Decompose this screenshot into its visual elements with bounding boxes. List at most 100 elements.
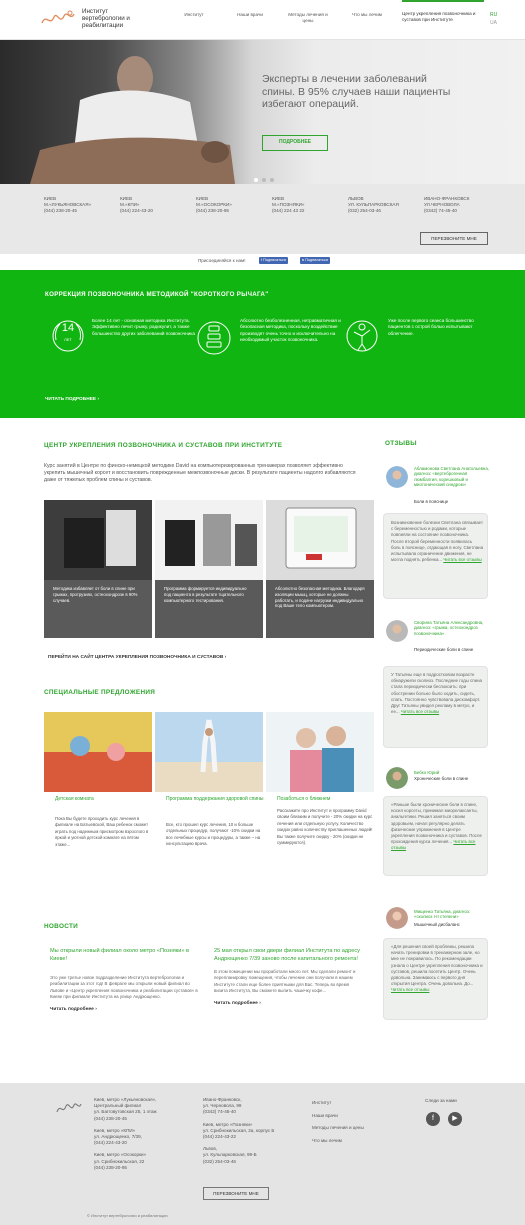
chevron-right-icon: › [224,655,227,660]
slider-dot[interactable] [270,178,274,182]
footer-logo-icon[interactable] [56,1100,82,1118]
location-item[interactable]: ИВАНО-ФРАНКОВСК УЛ.ЧЕРНОВОЛА (0342) 74-45-… [424,196,494,215]
facebook-icon[interactable]: f [426,1112,440,1126]
card-photo [155,500,263,580]
method-item-text: Уже после первого сеанса большинство пац… [388,318,474,336]
offer-photo [155,712,263,792]
lang-ua[interactable]: UA [490,20,497,26]
logo-icon[interactable] [40,9,76,29]
chevron-right-icon: › [97,397,100,402]
footer-addresses-kiev: Киев, метро «Лукьяновская», Центральный ф… [94,1097,157,1170]
news-item: Мы открыли новый филиал около метро «Поз… [50,948,198,1012]
reviewer-avatar [386,907,408,929]
social-join-text: Присоединяйся к нам! [198,258,246,263]
footer-link-institute[interactable]: Институт [312,1097,364,1110]
nav-institute[interactable]: Институт [180,12,208,18]
center-card[interactable]: Программа формируется индивидуально под … [155,500,263,638]
card-text: Абсолютно безопасная методика. Благодаря… [275,586,365,609]
offer-text: Пока Вы будете проходить курс лечения в … [55,816,149,847]
footer-nav: Институт Наши врачи Методы лечения и цен… [312,1097,364,1147]
footer-follow-label: Следи за нами [425,1098,457,1103]
nav-doctors[interactable]: Наши врачи [232,12,268,18]
card-text: Методика избавляет от боли в спине при г… [53,586,138,603]
reviewer-name[interactable]: Бебко Юрий [414,770,439,775]
review-card: «Раньше были хронические боли в спине, н… [383,796,488,876]
offer-photo [44,712,152,792]
footer-link-what-we-treat[interactable]: Что мы лечим [312,1135,364,1148]
vk-subscribe-button[interactable]: в Подписаться [300,257,330,264]
location-item[interactable]: ЛЬВОВ УЛ. КУЛЬПАРКОВСКАЯ (032) 254-03-46 [348,196,418,215]
location-item[interactable]: КИЕВ М.«ОСОКОРКИ» (044) 238-20-95 [196,196,266,215]
slider-dot[interactable] [262,178,266,182]
method-item-text: Более 14 лет - основная методика Институ… [92,318,195,336]
logo-text[interactable]: Институт вертебрологии и реабилитации [82,8,144,29]
nav-methods[interactable]: Методы лечения и цены [284,12,332,24]
news-headline[interactable]: Мы открыли новый филиал около метро «Поз… [50,948,198,963]
news-body: Это уже третье новое подразделение Инсти… [50,975,198,1000]
method-title: КОРРЕКЦИЯ ПОЗВОНОЧНИКА МЕТОДИКОЙ "КОРОТК… [45,291,269,298]
news-body: В этом помещении мы проработали много ле… [214,969,356,994]
location-item[interactable]: КИЕВ М.«ЛУКЬЯНОВСКАЯ» (044) 238-20-45 [44,196,114,215]
copyright: © Институт вертебрологии и реабилитации [87,1213,168,1218]
lang-ru[interactable]: RU [490,12,497,18]
reviewer-avatar [386,620,408,642]
review-card: «Для решения своей проблемы, решила нача… [383,938,488,1020]
card-photo [44,500,152,580]
news-read-more-link[interactable]: Читать подробнее › [50,1007,198,1012]
hero-photo [30,56,235,184]
reviewer-name[interactable]: Сворина Татьяна Александровна, диагноз: … [414,620,489,636]
footer-link-doctors[interactable]: Наши врачи [312,1110,364,1123]
nav-center[interactable]: Центр укрепления позвоночника и суставов… [402,11,484,23]
chevron-right-icon: › [95,1006,97,1012]
reviews-title: ОТЗЫВЫ [385,440,417,447]
hero-more-button[interactable]: ПОДРОБНЕЕ [262,135,328,151]
review-text: «Раньше были хронические боли в спине, н… [391,802,482,851]
offer-title[interactable]: Позаботься о ближнем [277,796,377,803]
reviewer-name[interactable]: Абламонова Светлана Анатольевна, диагноз… [414,466,489,488]
footer-addresses-other: Ивано-Франковск, ул. Черновола, 99 (0342) … [203,1097,275,1164]
center-site-link[interactable]: ПЕРЕЙТИ НА САЙТ ЦЕНТРА УКРЕПЛЕНИЯ ПОЗВОН… [48,655,226,660]
news-title: НОВОСТИ [44,923,79,930]
hero-title: Эксперты в лечении заболеваний спины. В … [262,73,451,110]
offers-title: СПЕЦИАЛЬНЫЕ ПРЕДЛОЖЕНИЯ [44,689,156,696]
offer-title[interactable]: Детская комната [55,796,155,803]
reviewer-name[interactable]: Мищенко Татьяна, диагноз: «сколиоз I-II … [414,909,489,920]
offer-card[interactable]: Позаботься о ближнем Расскажите про Инст… [266,712,374,872]
news-item: 25 мая открыл свои двери филиал Институт… [214,948,362,1006]
spine-icon [197,321,231,355]
offer-photo [266,712,374,792]
all-reviews-link[interactable]: Читать все отзывы [391,987,429,992]
review-card: Возникновение болезни Светлана связывает… [383,513,488,599]
news-read-more-link[interactable]: Читать подробнее › [214,1001,362,1006]
center-card[interactable]: Абсолютно безопасная методика. Благодаря… [266,500,374,638]
youtube-icon[interactable]: ▶ [448,1112,462,1126]
card-text: Программа формируется индивидуально под … [164,586,247,603]
news-headline[interactable]: 25 мая открыл свои двери филиал Институт… [214,948,362,963]
method-read-more-link[interactable]: ЧИТАТЬ ПОДРОБНЕЕ › [45,397,99,402]
reviewer-avatar [386,466,408,488]
chevron-right-icon: › [259,1000,261,1006]
slider-dot-active[interactable] [254,178,258,182]
callback-button[interactable]: ПЕРЕЗВОНИТЕ МНЕ [420,232,488,245]
method-item-text: Абсолютно безболезненная, нетравматичная… [240,318,341,343]
center-card[interactable]: Методика избавляет от боли в спине при г… [44,500,152,638]
reviewer-diagnosis: Мышечный дисбаланс [414,922,460,927]
all-reviews-link[interactable]: Читать все отзывы [443,557,481,562]
footer-callback-button[interactable]: ПЕРЕЗВОНИТЕ МНЕ [203,1187,269,1200]
location-item[interactable]: КИЕВ М.«ПОЗНЯКИ» (044) 224 43 22 [272,196,342,215]
reviewer-diagnosis: Боли в пояснице [414,499,449,504]
offer-text: Все, кто прошел курс лечения, 10 и больш… [166,822,261,847]
reviewer-diagnosis: Хронические боли в спине [414,776,469,781]
center-title: ЦЕНТР УКРЕПЛЕНИЯ ПОЗВОНОЧНИКА И СУСТАВОВ… [44,442,283,449]
card-photo [266,500,374,580]
offer-card[interactable]: Детская комната Пока Вы будете проходить… [44,712,152,872]
nav-what-we-treat[interactable]: Что мы лечим [347,12,387,18]
nav-active-indicator [402,0,484,2]
location-item[interactable]: КИЕВ М.«КПИ» (044) 224-43-20 [120,196,190,215]
offer-title[interactable]: Программа поддержания здоровой спины [166,796,266,803]
all-reviews-link[interactable]: Читать все отзывы [401,709,439,714]
facebook-subscribe-button[interactable]: f Подписаться [259,257,288,264]
footer-link-methods[interactable]: Методы лечения и цены [312,1122,364,1135]
offer-card[interactable]: Программа поддержания здоровой спины Все… [155,712,266,872]
hero-banner [0,40,525,184]
